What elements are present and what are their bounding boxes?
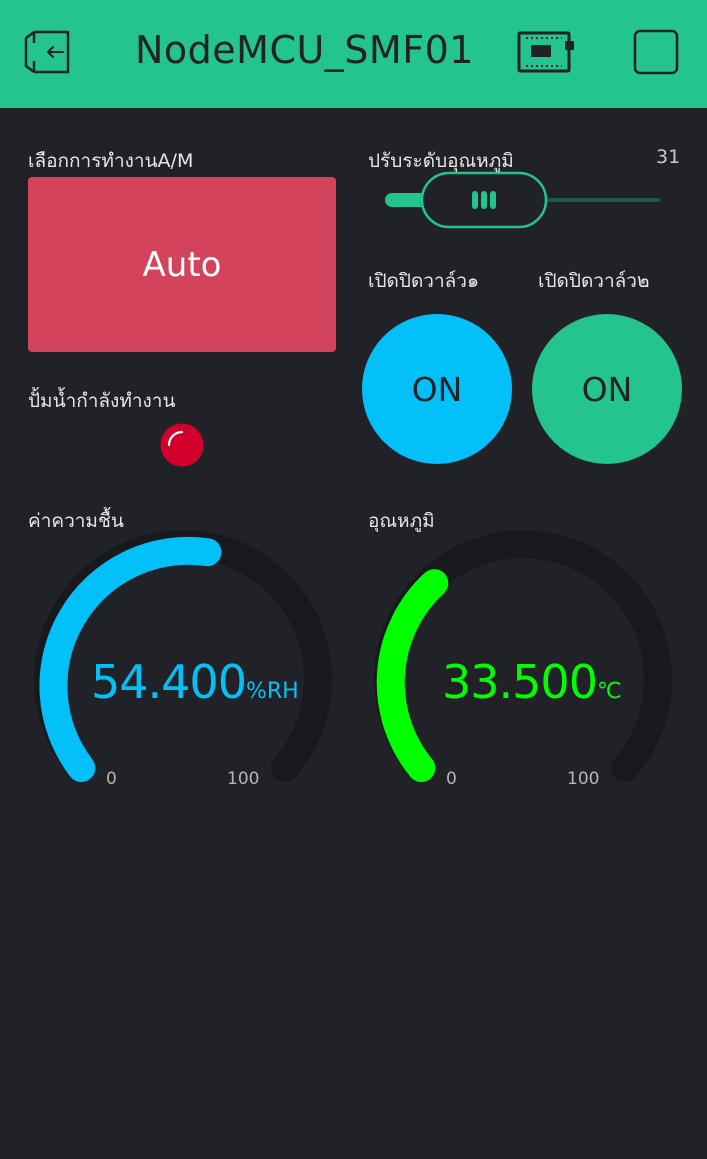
valve2-label: เปิดปิดวาล์ว๒ <box>538 270 650 292</box>
valve1-button-label: ON <box>411 369 463 409</box>
mode-auto-button[interactable]: Auto <box>28 177 336 352</box>
mode-button-label: Auto <box>142 244 222 285</box>
humidity-gauge-value-text: 54.400%RH <box>91 655 299 709</box>
pump-label: ปั้มน้ำกำลังทำงาน <box>28 390 176 412</box>
humidity-gauge-min: 0 <box>106 769 117 789</box>
device-board-icon[interactable] <box>516 30 576 74</box>
humidity-unit: %RH <box>245 679 299 704</box>
temperature-unit: ℃ <box>596 679 622 704</box>
valve2-button[interactable]: ON <box>532 314 682 464</box>
temperature-gauge-value-text: 33.500℃ <box>442 655 622 709</box>
exit-icon[interactable] <box>22 28 74 76</box>
temp-slider-value: 31 <box>656 146 681 168</box>
app-header: NodeMCU_SMF01 <box>0 0 707 108</box>
pump-led-indicator <box>159 422 205 468</box>
valve1-label: เปิดปิดวาล์ว๑ <box>368 270 480 292</box>
temperature-gauge-max: 100 <box>567 769 600 789</box>
valve2-button-label: ON <box>581 369 633 409</box>
temperature-gauge-fill <box>376 569 449 782</box>
valve1-button[interactable]: ON <box>362 314 512 464</box>
stop-square-icon[interactable] <box>632 28 680 76</box>
mode-label: เลือกการทำงานA/M <box>28 150 194 172</box>
page-title: NodeMCU_SMF01 <box>135 28 474 72</box>
temperature-gauge-min: 0 <box>446 769 457 789</box>
humidity-gauge-max: 100 <box>227 769 260 789</box>
humidity-value: 54.400 <box>91 655 247 709</box>
temperature-value: 33.500 <box>442 655 598 709</box>
temp-slider[interactable] <box>380 170 670 230</box>
slider-handle[interactable] <box>420 171 548 229</box>
